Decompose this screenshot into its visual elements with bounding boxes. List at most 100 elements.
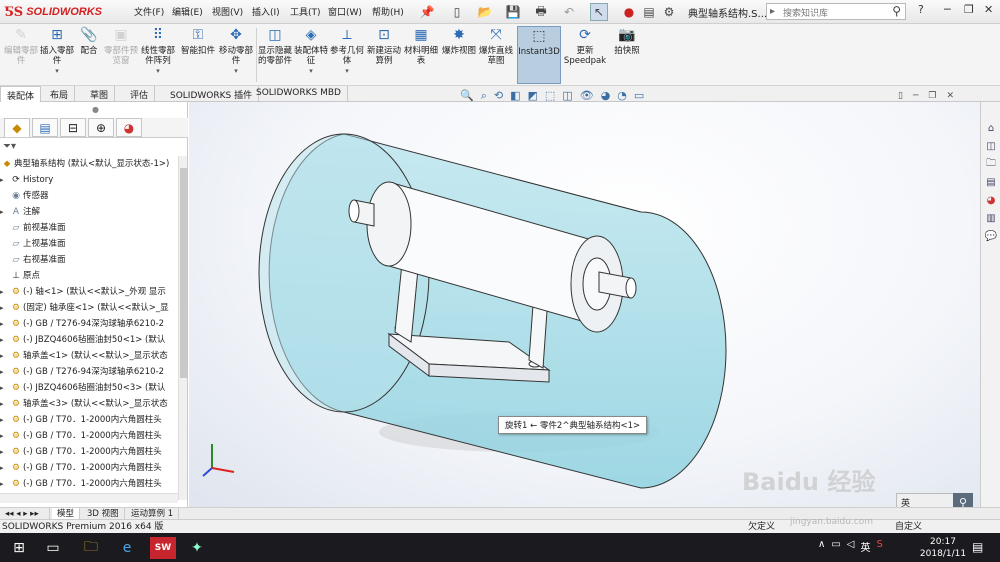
units-selector[interactable]: 自定义: [895, 520, 922, 534]
menu-edit[interactable]: 编辑(E): [172, 5, 203, 18]
tray-up-arrow-icon[interactable]: ∧: [818, 539, 825, 554]
tab-evaluate[interactable]: 评估: [124, 86, 156, 102]
edit-component-button[interactable]: ✎ 编辑零部件: [2, 26, 40, 84]
linear-pattern-button[interactable]: ⠿ 线性零部件阵列 ▾: [138, 26, 178, 84]
insert-component-button[interactable]: ⊞ 插入零部件 ▾: [40, 26, 74, 84]
update-speedpak-button[interactable]: ⟳ 更新Speedpak: [564, 26, 606, 84]
edit-appearance-icon[interactable]: ◕: [601, 89, 611, 103]
graphics-area[interactable]: [189, 102, 980, 507]
display-style-icon[interactable]: ◫: [562, 89, 572, 103]
options-gear-icon[interactable]: ⚙: [660, 3, 678, 21]
tree-item[interactable]: ◉ 传感器: [0, 188, 178, 204]
network-icon[interactable]: ▭: [831, 539, 840, 554]
tree-item[interactable]: ▸ ⚙ (-) GB / T70．1-2000内六角圆柱头: [0, 476, 178, 492]
assembly-model-view[interactable]: [189, 102, 980, 507]
resources-icon[interactable]: ◫: [983, 138, 999, 154]
new-motion-study-button[interactable]: ⊡ 新建运动算例: [366, 26, 402, 84]
minimize-icon[interactable]: ─: [944, 3, 951, 16]
file-properties-icon[interactable]: ▤: [640, 3, 658, 21]
app-taskbar-icon[interactable]: ✦: [186, 537, 208, 559]
expand-caret-icon[interactable]: ▸: [0, 412, 9, 428]
tree-item[interactable]: ▸ ⚙ (-) JBZQ4606毡圈油封50<1> (默认: [0, 332, 178, 348]
tree-scrollbar[interactable]: [178, 156, 187, 500]
vp-minimize-icon[interactable]: ─: [913, 91, 918, 101]
print-icon[interactable]: 🖶: [532, 3, 550, 21]
tree-item[interactable]: ▸ ⚙ (-) 轴<1> (默认<<默认>_外观 显示: [0, 284, 178, 300]
tree-item[interactable]: ▸ ⚙ (-) GB / T276-94深沟球轴承6210-2: [0, 364, 178, 380]
select-arrow-icon[interactable]: ↖: [590, 3, 608, 21]
vp-restore-icon[interactable]: ❐: [928, 91, 936, 101]
panel-grip-icon[interactable]: ●: [92, 105, 99, 114]
tree-item[interactable]: ▸ ⚙ 轴承盖<1> (默认<<默认>_显示状态: [0, 348, 178, 364]
take-snapshot-button[interactable]: 📷 拍快照: [610, 26, 644, 84]
menu-window[interactable]: 窗口(W): [328, 5, 362, 18]
file-explorer-taskbar-icon[interactable]: 🗀: [80, 537, 102, 559]
expand-caret-icon[interactable]: ▸: [0, 284, 9, 300]
windows-start-icon[interactable]: ⊞: [8, 537, 30, 559]
dimxpert-tab-icon[interactable]: ⊕: [88, 118, 114, 137]
menu-view[interactable]: 视图(V): [212, 5, 243, 18]
exploded-view-button[interactable]: ✸ 爆炸视图: [442, 26, 476, 84]
zoom-to-area-icon[interactable]: ⌕: [481, 89, 487, 103]
home-icon[interactable]: ⌂: [983, 120, 999, 136]
expand-caret-icon[interactable]: ▸: [0, 460, 9, 476]
view-orientation-icon[interactable]: ⬚: [545, 89, 555, 103]
feature-manager-tab-icon[interactable]: ◆: [4, 118, 30, 137]
forum-icon[interactable]: 💬: [983, 228, 999, 244]
expand-caret-icon[interactable]: ▸: [0, 396, 9, 412]
tree-item[interactable]: ▸ ⚙ (-) GB / T70．1-2000内六角圆柱头: [0, 444, 178, 460]
restore-icon[interactable]: ❐: [964, 3, 974, 16]
tab-addins[interactable]: SOLIDWORKS 插件: [164, 86, 260, 102]
close-icon[interactable]: ✕: [984, 3, 993, 16]
volume-icon[interactable]: ◁: [847, 539, 855, 554]
reference-geometry-button[interactable]: ⟂ 参考几何体 ▾: [330, 26, 364, 84]
transparent-cylinder-body[interactable]: [258, 133, 727, 489]
expand-caret-icon[interactable]: ▸: [0, 428, 9, 444]
menu-help[interactable]: 帮助(H): [372, 5, 404, 18]
expand-caret-icon[interactable]: ▸: [0, 172, 9, 188]
expand-caret-icon[interactable]: ▸: [0, 332, 9, 348]
bill-of-materials-button[interactable]: ▦ 材料明细表: [404, 26, 438, 84]
show-hidden-components-button[interactable]: ◫ 显示隐藏的零部件: [258, 26, 292, 84]
file-explorer-icon[interactable]: 🗀: [983, 156, 999, 172]
explode-line-sketch-button[interactable]: ⤧ 爆炸直线草图: [478, 26, 514, 84]
tree-item[interactable]: ▸ ⚙ (固定) 轴承座<1> (默认<<默认>_显: [0, 300, 178, 316]
tree-item[interactable]: ▸ ⚙ (-) JBZQ4606毡圈油封50<3> (默认: [0, 380, 178, 396]
search-input[interactable]: ▸ 搜索知识库 ⚲: [766, 3, 906, 20]
tree-item[interactable]: ▸ ⚙ (-) GB / T70．1-2000内六角圆柱头: [0, 428, 178, 444]
expand-caret-icon[interactable]: ▸: [0, 476, 9, 492]
tree-item[interactable]: ▸ ⟳ History: [0, 172, 178, 188]
dynamic-annotation-icon[interactable]: ◩: [528, 89, 538, 103]
component-preview-button[interactable]: ▣ 零部件预览窗: [104, 26, 138, 84]
rebuild-icon[interactable]: ●: [620, 3, 638, 21]
notification-icon[interactable]: ▤: [972, 540, 983, 554]
menu-file[interactable]: 文件(F): [134, 5, 164, 18]
hide-show-items-icon[interactable]: 👁: [580, 89, 594, 103]
assembly-features-button[interactable]: ◈ 装配体特征 ▾: [294, 26, 328, 84]
expand-caret-icon[interactable]: ▸: [0, 364, 9, 380]
menu-tools[interactable]: 工具(T): [290, 5, 321, 18]
tree-item[interactable]: ▸ ⚙ (-) GB / T70．1-2000内六角圆柱头: [0, 460, 178, 476]
clock[interactable]: 20:17 2018/1/11: [916, 536, 970, 560]
expand-caret-icon[interactable]: ▸: [0, 316, 9, 332]
tree-item[interactable]: ▱ 上视基准面: [0, 236, 178, 252]
sougou-ime-icon[interactable]: S: [876, 539, 882, 554]
tree-item[interactable]: ▸ A 注解: [0, 204, 178, 220]
previous-view-icon[interactable]: ⟲: [494, 89, 503, 103]
mate-button[interactable]: 📎 配合: [74, 26, 104, 84]
expand-caret-icon[interactable]: ▸: [0, 204, 9, 220]
apply-scene-icon[interactable]: ◔: [617, 89, 627, 103]
tree-item[interactable]: ⊥ 原点: [0, 268, 178, 284]
tree-item[interactable]: ▸ ⚙ (-) GB / T276-94深沟球轴承6210-2: [0, 316, 178, 332]
scrollbar-thumb[interactable]: [180, 168, 187, 378]
tree-item[interactable]: ▸ ⚙ (-) GB / T70．1-2000内六角圆柱头: [0, 412, 178, 428]
tab-assembly[interactable]: 装配体: [0, 86, 42, 102]
new-document-icon[interactable]: ▯: [448, 3, 466, 21]
section-view-icon[interactable]: ◧: [510, 89, 520, 103]
expand-caret-icon[interactable]: ▸: [0, 300, 9, 316]
view-palette-icon[interactable]: ▤: [983, 174, 999, 190]
tree-item[interactable]: ▱ 右视基准面: [0, 252, 178, 268]
expand-caret-icon[interactable]: ▸: [0, 380, 9, 396]
tree-horizontal-scrollbar[interactable]: [0, 493, 178, 503]
solidworks-taskbar-icon[interactable]: SW: [150, 537, 176, 559]
